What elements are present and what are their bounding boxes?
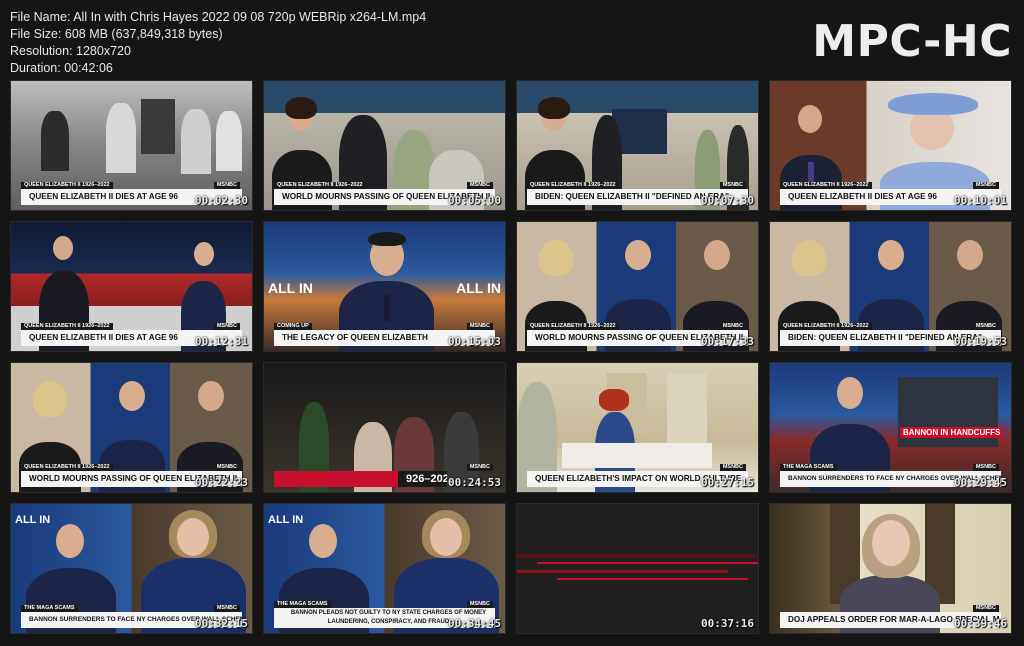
thumbnail-12[interactable]: BANNON IN HANDCUFFS THE MAGA SCAMS MSNBC… bbox=[769, 362, 1012, 493]
timestamp: 00:39:46 bbox=[954, 617, 1007, 630]
show-logo: ALL IN bbox=[15, 514, 51, 526]
kicker: QUEEN ELIZABETH II 1926–2022 bbox=[780, 182, 872, 189]
timestamp: 00:17:33 bbox=[701, 335, 754, 348]
kicker: QUEEN ELIZABETH II 1926–2022 bbox=[274, 182, 366, 189]
timestamp: 00:12:31 bbox=[195, 335, 248, 348]
chyron: 926–2022 bbox=[398, 471, 447, 487]
app-logo: MPC-HC bbox=[812, 16, 1012, 67]
thumbnail-5[interactable]: QUEEN ELIZABETH II 1926–2022 MSNBC QUEEN… bbox=[10, 221, 253, 352]
file-name: File Name: All In with Chris Hayes 2022 … bbox=[10, 10, 427, 24]
duration: Duration: 00:42:06 bbox=[10, 61, 113, 75]
network-bug: MSNBC bbox=[466, 464, 493, 471]
network-bug: MSNBC bbox=[466, 182, 493, 189]
timestamp: 00:15:03 bbox=[448, 335, 501, 348]
network-bug: MSNBC bbox=[466, 601, 493, 608]
thumbnail-10[interactable]: 926–2022 MSNBC 00:24:53 bbox=[263, 362, 506, 493]
network-bug: MSNBC bbox=[719, 323, 746, 330]
thumbnail-3[interactable]: QUEEN ELIZABETH II 1926–2022 MSNBC BIDEN… bbox=[516, 80, 759, 211]
thumbnail-1[interactable]: QUEEN ELIZABETH II 1926–2022 MSNBC QUEEN… bbox=[10, 80, 253, 211]
overlay-caption: BANNON IN HANDCUFFS bbox=[900, 427, 1004, 438]
timestamp: 00:19:53 bbox=[954, 335, 1007, 348]
thumbnail-4[interactable]: QUEEN ELIZABETH II 1926–2022 MSNBC QUEEN… bbox=[769, 80, 1012, 211]
kicker: QUEEN ELIZABETH II 1926–2022 bbox=[21, 182, 113, 189]
kicker: QUEEN ELIZABETH II 1926–2022 bbox=[21, 464, 113, 471]
timestamp: 00:02:30 bbox=[195, 194, 248, 207]
timestamp: 00:34:45 bbox=[448, 617, 501, 630]
kicker: QUEEN ELIZABETH II 1926–2022 bbox=[21, 323, 113, 330]
thumbnail-16[interactable]: MSNBC DOJ APPEALS ORDER FOR MAR-A-LAGO S… bbox=[769, 503, 1012, 634]
show-logo-left: ALL IN bbox=[268, 280, 313, 296]
network-bug: MSNBC bbox=[213, 464, 240, 471]
timestamp: 00:29:45 bbox=[954, 476, 1007, 489]
network-bug: MSNBC bbox=[972, 323, 999, 330]
thumbnail-13[interactable]: ALL IN THE MAGA SCAMS MSNBC BANNON SURRE… bbox=[10, 503, 253, 634]
network-bug: MSNBC bbox=[972, 182, 999, 189]
timestamp: 00:27:15 bbox=[701, 476, 754, 489]
thumbnail-8[interactable]: QUEEN ELIZABETH II 1926–2022 MSNBC BIDEN… bbox=[769, 221, 1012, 352]
file-info: File Name: All In with Chris Hayes 2022 … bbox=[10, 9, 426, 77]
timestamp: 00:24:53 bbox=[448, 476, 501, 489]
timestamp: 00:10:01 bbox=[954, 194, 1007, 207]
network-bug: MSNBC bbox=[213, 323, 240, 330]
thumbnail-6[interactable]: ALL IN ALL IN COMING UP MSNBC THE LEGACY… bbox=[263, 221, 506, 352]
thumbnail-2[interactable]: QUEEN ELIZABETH II 1926–2022 MSNBC WORLD… bbox=[263, 80, 506, 211]
timestamp: 00:22:23 bbox=[195, 476, 248, 489]
network-bug: MSNBC bbox=[719, 182, 746, 189]
network-bug: MSNBC bbox=[972, 605, 999, 612]
kicker: COMING UP bbox=[274, 323, 312, 330]
kicker: THE MAGA SCAMS bbox=[274, 601, 331, 608]
kicker: QUEEN ELIZABETH II 1926–2022 bbox=[527, 182, 619, 189]
file-size: File Size: 608 MB (637,849,318 bytes) bbox=[10, 27, 223, 41]
timestamp: 00:07:30 bbox=[701, 194, 754, 207]
thumbnail-11[interactable]: MSNBC QUEEN ELIZABETH'S IMPACT ON WORLD … bbox=[516, 362, 759, 493]
kicker: QUEEN ELIZABETH II 1926–2022 bbox=[527, 323, 619, 330]
timestamp: 00:37:16 bbox=[701, 617, 754, 630]
network-bug: MSNBC bbox=[972, 464, 999, 471]
kicker: QUEEN ELIZABETH II 1926–2022 bbox=[780, 323, 872, 330]
show-logo: ALL IN bbox=[268, 514, 304, 526]
show-logo-right: ALL IN bbox=[456, 280, 501, 296]
kicker: THE MAGA SCAMS bbox=[780, 464, 837, 471]
thumbnail-14[interactable]: ALL IN THE MAGA SCAMS MSNBC BANNON PLEAD… bbox=[263, 503, 506, 634]
resolution: Resolution: 1280x720 bbox=[10, 44, 131, 58]
thumbnail-15[interactable]: 00:37:16 bbox=[516, 503, 759, 634]
network-bug: MSNBC bbox=[213, 605, 240, 612]
network-bug: MSNBC bbox=[466, 323, 493, 330]
kicker: THE MAGA SCAMS bbox=[21, 605, 78, 612]
thumbnail-7[interactable]: QUEEN ELIZABETH II 1926–2022 MSNBC WORLD… bbox=[516, 221, 759, 352]
timestamp: 00:05:00 bbox=[448, 194, 501, 207]
network-bug: MSNBC bbox=[213, 182, 240, 189]
thumbnail-9[interactable]: QUEEN ELIZABETH II 1926–2022 MSNBC WORLD… bbox=[10, 362, 253, 493]
network-bug: MSNBC bbox=[719, 464, 746, 471]
timestamp: 00:32:15 bbox=[195, 617, 248, 630]
